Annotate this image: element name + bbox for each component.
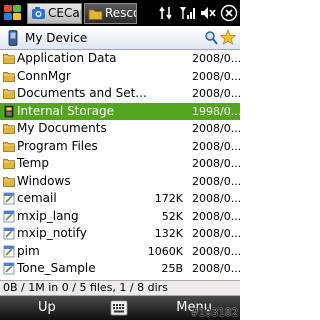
file-date: 2008/0... bbox=[192, 244, 240, 258]
address-path: My Device bbox=[25, 31, 88, 45]
file-date: 2008/0... bbox=[192, 52, 240, 65]
start-menu-icon[interactable] bbox=[3, 4, 23, 22]
file-date: 2008/0... bbox=[192, 69, 240, 83]
file-name: Documents and Set... bbox=[17, 86, 147, 100]
file-list-row[interactable]: ConnMgr 2008/0... bbox=[0, 68, 240, 86]
folder-icon bbox=[3, 159, 15, 169]
close-icon[interactable] bbox=[220, 4, 238, 22]
file-name: Application Data bbox=[17, 51, 117, 65]
file-date: 2008/0... bbox=[192, 192, 240, 205]
folder-icon bbox=[3, 176, 15, 187]
storage-card-icon bbox=[4, 105, 14, 117]
file-name: Internal Storage bbox=[17, 103, 115, 118]
file-list-row[interactable]: Program Files 2008/0... bbox=[0, 138, 240, 156]
file-list-row[interactable]: Application Data 2008/0... bbox=[0, 50, 240, 68]
file-list-row[interactable]: Tone_Sample 25B 2008/0... bbox=[0, 260, 240, 278]
system-tray bbox=[157, 4, 238, 22]
file-name: Windows bbox=[17, 173, 71, 188]
file-list-row[interactable]: Windows 2008/0... bbox=[0, 173, 240, 191]
file-date: 2008/0... bbox=[192, 87, 240, 100]
file-name: My Documents bbox=[17, 121, 107, 135]
file-date: 1998/0... bbox=[192, 104, 240, 118]
executable-file-icon bbox=[3, 227, 15, 240]
file-date: 2008/0... bbox=[192, 139, 240, 153]
file-date: 2008/0... bbox=[192, 174, 240, 188]
watermark-text: #193102 bbox=[191, 306, 238, 319]
cecap-app-icon bbox=[32, 7, 45, 19]
up-softkey[interactable]: Up bbox=[38, 300, 56, 316]
file-name: ConnMgr bbox=[17, 68, 71, 83]
executable-file-icon bbox=[3, 192, 15, 205]
file-size: 1060K bbox=[147, 244, 183, 258]
favorite-star-icon[interactable] bbox=[220, 29, 236, 46]
file-list-row[interactable]: cemail 172K 2008/0... bbox=[0, 190, 240, 208]
keyboard-icon[interactable] bbox=[110, 299, 128, 317]
file-list-row[interactable]: Temp 2008/0... bbox=[0, 155, 240, 173]
folder-icon bbox=[3, 124, 15, 134]
file-list-row[interactable]: Internal Storage 1998/0... bbox=[0, 102, 240, 120]
file-list-row[interactable]: My Documents 2008/0... bbox=[0, 120, 240, 138]
file-size: 52K bbox=[161, 209, 183, 223]
file-list-row[interactable]: pim 1060K 2008/0... bbox=[0, 243, 240, 261]
selection-info-bar: 0B / 1M in 0 / 5 files, 1 / 8 dirs bbox=[0, 280, 240, 296]
file-date: 2008/0... bbox=[192, 227, 240, 240]
volume-icon[interactable] bbox=[199, 4, 217, 22]
executable-file-icon bbox=[3, 210, 15, 222]
file-name: Temp bbox=[17, 156, 49, 170]
top-status-bar: CECap Resco bbox=[0, 0, 240, 26]
tab-resco[interactable]: Resco bbox=[84, 3, 137, 24]
file-list-row[interactable]: Documents and Set... 2008/0... bbox=[0, 85, 240, 103]
tab-resco-label: Resco bbox=[105, 6, 137, 20]
folder-icon bbox=[3, 71, 15, 82]
file-date: 2008/0... bbox=[192, 209, 240, 223]
resco-app-icon bbox=[88, 9, 103, 20]
file-list-row[interactable]: mxip_notify 132K 2008/0... bbox=[0, 225, 240, 243]
file-size: 172K bbox=[154, 192, 183, 205]
file-date: 2008/0... bbox=[192, 122, 240, 135]
file-name: Program Files bbox=[17, 138, 98, 153]
search-icon[interactable] bbox=[204, 30, 218, 46]
file-size: 132K bbox=[154, 227, 183, 240]
file-date: 2008/0... bbox=[192, 262, 240, 275]
connectivity-icon[interactable] bbox=[157, 4, 175, 22]
file-size: 25B bbox=[161, 262, 183, 275]
file-date: 2008/0... bbox=[192, 157, 240, 170]
device-icon bbox=[8, 30, 18, 46]
folder-icon bbox=[3, 54, 15, 64]
tab-cecap[interactable]: CECap bbox=[27, 3, 82, 24]
file-list-row[interactable]: mxip_lang 52K 2008/0... bbox=[0, 208, 240, 226]
folder-icon bbox=[3, 89, 15, 99]
softkey-bar: Up Menu #193102 bbox=[0, 296, 240, 320]
executable-file-icon bbox=[3, 245, 15, 257]
executable-file-icon bbox=[3, 262, 15, 275]
folder-icon bbox=[3, 141, 15, 152]
file-list: Application Data 2008/0... ConnMgr 2008/0..… bbox=[0, 50, 240, 278]
tab-cecap-label: CECap bbox=[48, 6, 81, 20]
signal-icon[interactable] bbox=[178, 4, 196, 22]
address-bar[interactable]: My Device bbox=[0, 26, 240, 50]
